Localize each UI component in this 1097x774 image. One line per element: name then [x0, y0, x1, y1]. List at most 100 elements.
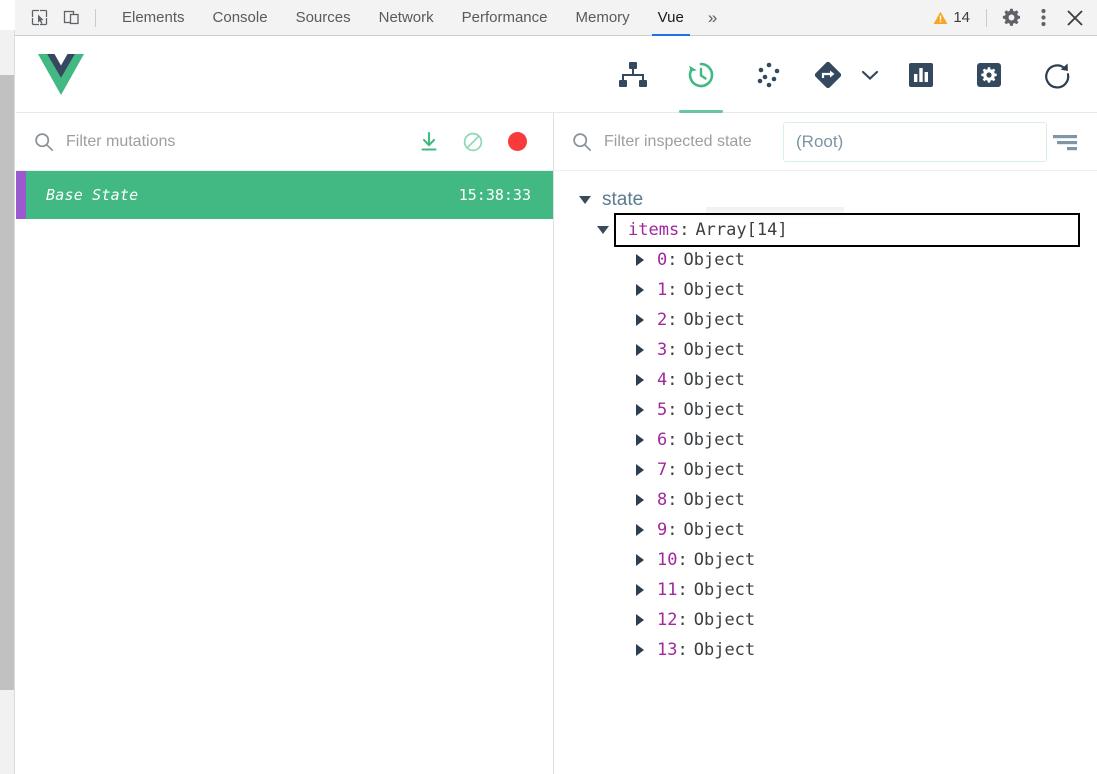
items-separator: : — [679, 220, 690, 240]
tab-console[interactable]: Console — [199, 0, 282, 36]
tab-memory[interactable]: Memory — [562, 0, 644, 36]
tab-performance[interactable]: Performance — [448, 0, 562, 36]
page-scrollbar-thumb[interactable] — [0, 75, 14, 690]
devtools-tab-bar: Elements Console Sources Network Perform… — [15, 0, 1097, 36]
devtools-tabs: Elements Console Sources Network Perform… — [108, 0, 727, 36]
clear-mutations-button[interactable] — [451, 122, 495, 162]
expand-arrow-down-icon[interactable] — [576, 196, 594, 204]
refresh-button[interactable] — [1023, 37, 1091, 113]
filter-inspected-state-input[interactable] — [604, 132, 769, 151]
items-highlight-box[interactable]: items : Array[14] — [614, 207, 1080, 247]
item-separator: : — [667, 490, 678, 510]
expand-arrow-right-icon[interactable] — [631, 284, 649, 296]
more-tabs-button[interactable]: » — [698, 0, 727, 36]
root-scope-select[interactable]: (Root) — [783, 121, 1047, 162]
tree-row-items[interactable]: items : Array[14] — [576, 207, 1097, 247]
tree-children: 0: Object 1: Object 2: Object 3: Object 4: Object… — [576, 245, 1097, 665]
expand-arrow-right-icon[interactable] — [631, 254, 649, 266]
components-tree-button[interactable] — [599, 37, 667, 113]
tree-row-item[interactable]: 11: Object — [576, 575, 1097, 605]
record-toggle-icon — [507, 132, 527, 151]
item-index: 4 — [657, 370, 668, 390]
routing-icon — [814, 61, 842, 88]
tab-network-label: Network — [378, 9, 434, 26]
routing-button[interactable] — [803, 37, 853, 113]
items-value: Array[14] — [695, 220, 788, 240]
vue-devtools-window: Elements Console Sources Network Perform… — [0, 0, 1097, 774]
expand-arrow-right-icon[interactable] — [631, 644, 649, 656]
tab-sources[interactable]: Sources — [282, 0, 365, 36]
items-key: items — [628, 220, 680, 240]
clear-mutations-icon — [463, 132, 483, 151]
item-index: 2 — [657, 310, 668, 330]
inspect-element-button[interactable] — [23, 3, 55, 33]
performance-button[interactable] — [887, 37, 955, 113]
item-value: Object — [683, 430, 745, 450]
item-index: 9 — [657, 520, 668, 540]
item-separator: : — [667, 280, 678, 300]
expand-arrow-right-icon[interactable] — [631, 494, 649, 506]
time-travel-button[interactable] — [667, 37, 735, 113]
device-toolbar-button[interactable] — [55, 3, 87, 33]
tree-row-item[interactable]: 2: Object — [576, 305, 1097, 335]
tree-row-item[interactable]: 1: Object — [576, 275, 1097, 305]
tree-row-item[interactable]: 4: Object — [576, 365, 1097, 395]
expand-arrow-right-icon[interactable] — [631, 404, 649, 416]
root-scope-value: (Root) — [796, 131, 844, 151]
devtools-more-options-button[interactable] — [1027, 3, 1059, 33]
item-value: Object — [683, 310, 745, 330]
item-separator: : — [677, 640, 688, 660]
expand-arrow-right-icon[interactable] — [631, 434, 649, 446]
vuex-button[interactable] — [735, 37, 803, 113]
item-separator: : — [667, 400, 678, 420]
expand-arrow-right-icon[interactable] — [631, 584, 649, 596]
tree-row-item[interactable]: 13: Object — [576, 635, 1097, 665]
mutation-entry-base-state[interactable]: Base State 15:38:33 — [16, 171, 553, 219]
tree-row-item[interactable]: 8: Object — [576, 485, 1097, 515]
expand-arrow-right-icon[interactable] — [631, 374, 649, 386]
inspect-element-icon — [31, 9, 47, 26]
tree-row-state[interactable]: state — [576, 185, 1097, 215]
item-index: 12 — [657, 610, 678, 630]
item-index: 8 — [657, 490, 668, 510]
performance-bars-icon — [909, 62, 933, 87]
devtools-close-button[interactable] — [1059, 3, 1091, 33]
mutation-entry-time: 15:38:33 — [458, 186, 531, 204]
expand-arrow-right-icon[interactable] — [631, 524, 649, 536]
settings-button[interactable] — [955, 37, 1023, 113]
more-options-icon — [1040, 8, 1046, 27]
tree-row-item[interactable]: 10: Object — [576, 545, 1097, 575]
item-index: 0 — [657, 250, 668, 270]
tree-row-item[interactable]: 6: Object — [576, 425, 1097, 455]
tab-vue[interactable]: Vue — [644, 0, 698, 36]
settings-gear-icon — [977, 62, 1001, 87]
chevron-down-icon — [861, 70, 879, 80]
record-toggle-button[interactable] — [495, 122, 539, 162]
expand-arrow-right-icon[interactable] — [631, 344, 649, 356]
tree-row-item[interactable]: 9: Object — [576, 515, 1097, 545]
sort-state-button[interactable] — [1053, 122, 1083, 162]
expand-arrow-right-icon[interactable] — [631, 314, 649, 326]
warning-count-badge[interactable]: 14 — [925, 9, 978, 26]
export-state-button[interactable] — [407, 122, 451, 162]
tree-row-item[interactable]: 7: Object — [576, 455, 1097, 485]
routing-dropdown-button[interactable] — [853, 37, 887, 113]
tree-row-item[interactable]: 3: Object — [576, 335, 1097, 365]
tab-network[interactable]: Network — [365, 0, 448, 36]
filter-mutations-input[interactable] — [66, 132, 407, 151]
expand-arrow-right-icon[interactable] — [631, 614, 649, 626]
item-value: Object — [693, 610, 756, 630]
tab-console-label: Console — [212, 9, 268, 26]
time-travel-icon — [688, 62, 714, 87]
expand-arrow-right-icon[interactable] — [631, 464, 649, 476]
devtools-settings-button[interactable] — [995, 3, 1027, 33]
page-scrollbar[interactable] — [0, 30, 15, 774]
tree-row-item[interactable]: 5: Object — [576, 395, 1097, 425]
item-separator: : — [667, 430, 678, 450]
expand-arrow-down-icon[interactable] — [594, 226, 612, 234]
mutation-entry-label: Base State — [46, 186, 139, 204]
tab-elements[interactable]: Elements — [108, 0, 199, 36]
tree-row-item[interactable]: 0: Object — [576, 245, 1097, 275]
tree-row-item[interactable]: 12: Object — [576, 605, 1097, 635]
expand-arrow-right-icon[interactable] — [631, 554, 649, 566]
